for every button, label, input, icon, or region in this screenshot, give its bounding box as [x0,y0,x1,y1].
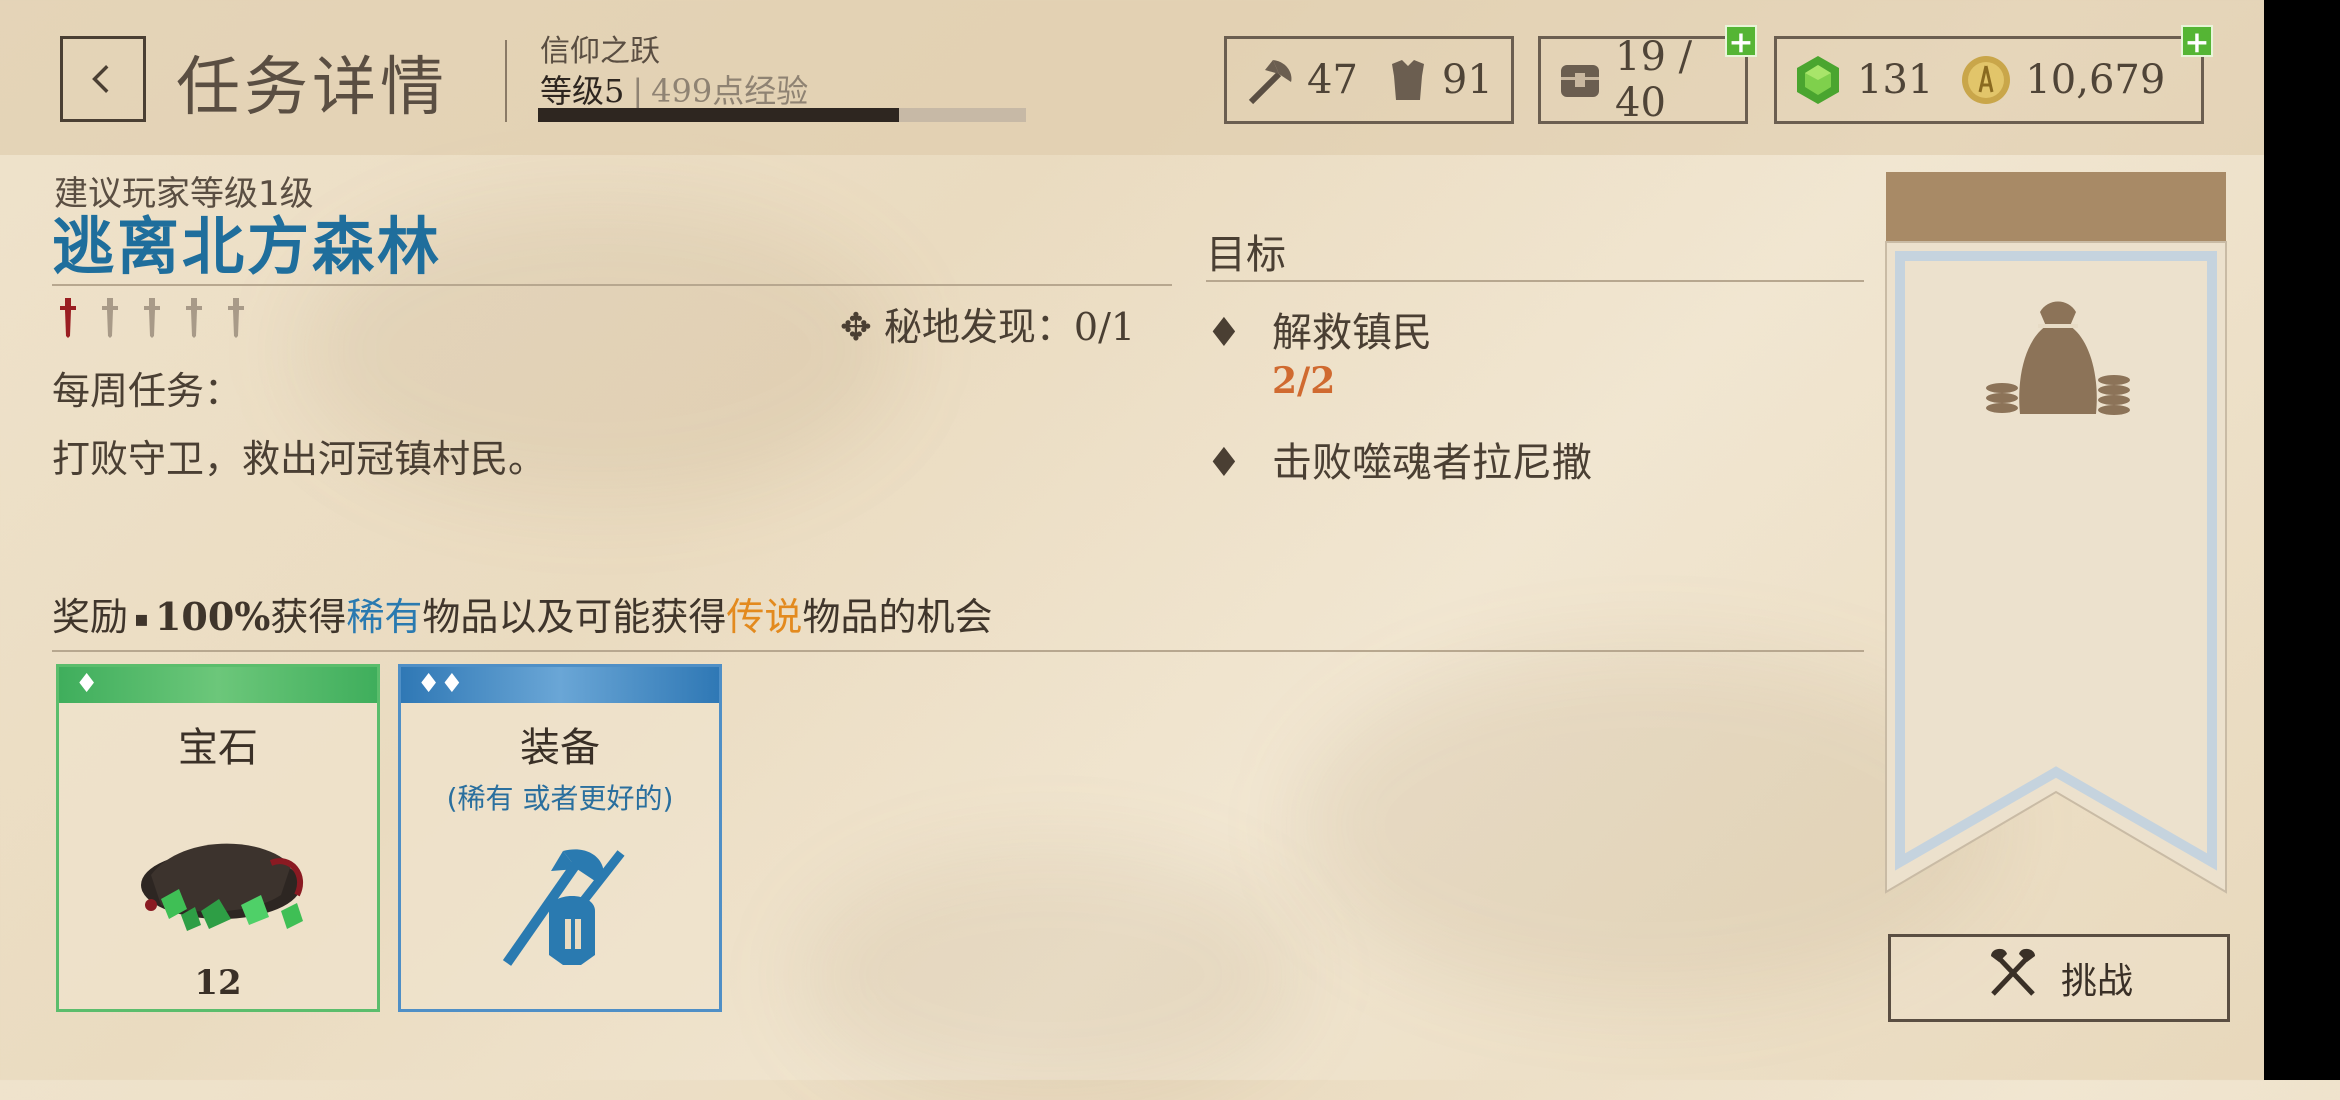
combat-stats[interactable]: 47 91 [1224,36,1514,124]
loot-bag-icon [1978,292,2138,436]
level-text: 等级5 [540,72,625,110]
diamond-bullet-icon: ♦ [1206,440,1242,486]
xp-progress-bar [538,108,1026,122]
objective-1-text: 解救镇民 [1272,310,1432,356]
axe-icon [1243,52,1299,108]
secret-label: ✥ 秘地发现： [840,305,1074,349]
dagger-empty-icon [144,298,160,338]
dagger-filled-icon [60,298,76,338]
gem-pouch-icon [121,815,321,949]
reward-text-1: 获得 [270,595,347,639]
reward-description: 奖励 ▪ 100%获得稀有物品以及可能获得传说物品的机会 [52,586,992,641]
currency-box[interactable]: 131 10,679 + [1774,25,2213,124]
add-inventory-button[interactable]: + [1725,25,1757,59]
attack-value: 47 [1307,57,1358,103]
card-title: 装备 [520,725,600,771]
crossed-axes-icon [1985,946,2041,1011]
reward-underline [52,650,1864,652]
secret-discovery: ✥ 秘地发现：0/1 [840,296,1135,351]
rarity-band: ♦ [59,667,377,703]
reward-card-equipment[interactable]: ♦♦ 装备 (稀有 或者更好的) [398,664,722,1012]
reward-percent: 100% [154,594,271,639]
rarity-legendary: 传说 [726,595,803,639]
dagger-empty-icon [186,298,202,338]
chest-icon [1555,55,1605,105]
title-divider [505,40,507,122]
equipment-icon [493,837,633,981]
gem-value: 131 [1857,57,1934,103]
card-title: 宝石 [178,725,258,771]
secret-value: 0/1 [1073,305,1136,349]
card-count: 12 [194,963,242,1003]
gold-coin-icon [1959,53,2013,107]
objectives-title: 目标 [1206,232,1286,278]
mission-banner [1878,172,2234,902]
reward-text-2: 物品以及可能获得 [422,595,727,639]
objective-2: ♦ 击败噬魂者拉尼撒 [1206,430,1592,488]
add-currency-button[interactable]: + [2181,25,2213,59]
objective-1: ♦ 解救镇民 [1206,300,1432,358]
screen-edge [2264,0,2340,1080]
page-title: 任务详情 [176,51,448,125]
reward-text-3: 物品的机会 [802,595,993,639]
reward-bullet: ▪ [134,607,149,632]
title-underline [52,284,1172,286]
diamond-bullet-icon: ♦ [1206,310,1242,356]
challenge-label: 挑战 [2060,961,2133,1002]
inventory-capacity[interactable]: 19 / 40 + [1538,25,1757,126]
xp-progress-fill [538,108,900,122]
rarity-diamond-icon: ♦ [75,669,99,699]
reward-card-gems[interactable]: ♦ 宝石 12 [56,664,380,1012]
objectives-underline [1206,280,1864,282]
reward-prefix: 奖励 [52,595,129,639]
mission-description: 打败守卫，救出河冠镇村民。 [52,437,547,481]
rarity-rare: 稀有 [346,595,423,639]
challenge-button[interactable]: 挑战 [1888,934,2230,1022]
dagger-empty-icon [228,298,244,338]
armor-icon [1382,54,1434,106]
chevron-left-icon [92,65,109,93]
gem-icon [1791,53,1845,107]
exp-text: 499点经验 [651,72,809,110]
back-button[interactable] [60,36,146,122]
defense-value: 91 [1441,57,1493,103]
faith-label: 信仰之跃 [540,34,660,69]
difficulty-indicator [58,298,246,338]
weekly-task-label: 每周任务： [52,369,243,413]
level-separator: | [632,72,644,110]
objective-2-text: 击败噬魂者拉尼撒 [1272,440,1592,486]
rarity-band: ♦♦ [401,667,719,703]
mission-name: 逃离北方森林 [52,210,443,283]
objective-1-progress: 2/2 [1272,360,1336,402]
dagger-empty-icon [102,298,118,338]
rarity-diamond-icon: ♦♦ [417,669,464,699]
gold-value: 10,679 [2025,57,2166,103]
card-subtitle: (稀有 或者更好的) [446,782,674,815]
level-info: 等级5 | 499点经验 [540,66,808,112]
